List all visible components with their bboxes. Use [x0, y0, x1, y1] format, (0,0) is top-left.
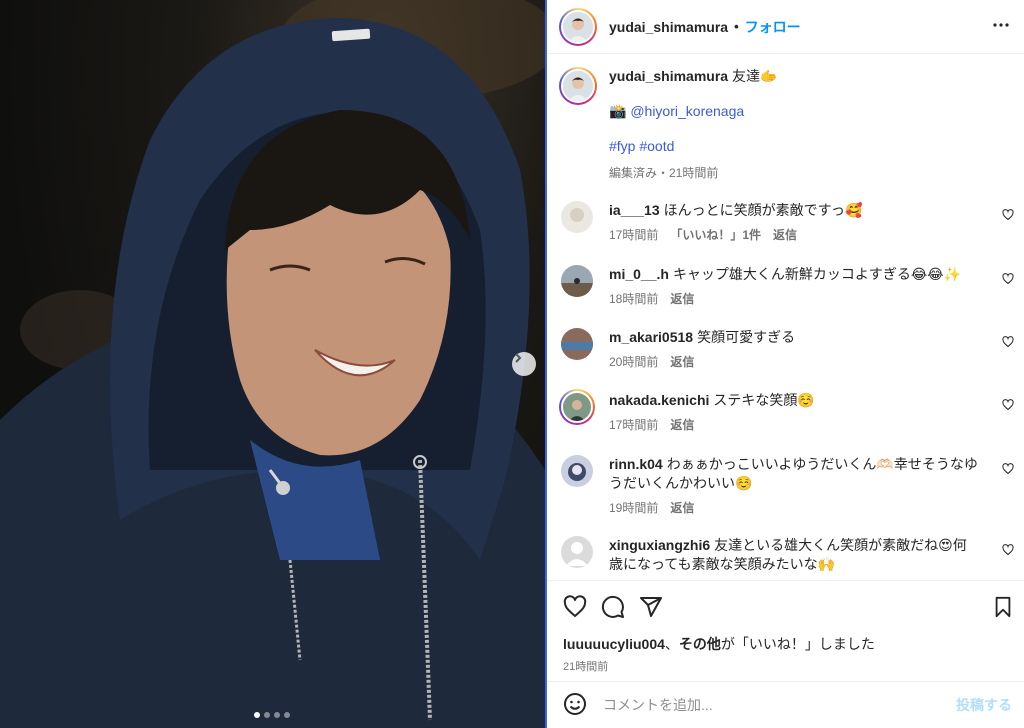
comment-item: mi_0__.h キャップ雄大くん新鮮カッコよすぎる😂😂✨ 18時間前 返信	[547, 265, 1024, 309]
reply-button[interactable]: 返信	[670, 353, 694, 372]
comment-username[interactable]: nakada.kenichi	[609, 392, 709, 408]
caption-username[interactable]: yudai_shimamura	[609, 68, 728, 84]
liked-by-text: luuuuucyliu004、その他が「いいね！」しました	[547, 622, 1024, 654]
comment-username[interactable]: m_akari0518	[609, 329, 693, 345]
avatar-image	[563, 71, 593, 101]
default-avatar-icon	[561, 536, 593, 568]
commenter-avatar[interactable]	[561, 536, 593, 568]
author-username[interactable]: yudai_shimamura	[609, 19, 728, 35]
instagram-post-modal: yudai_shimamura • フォロー yudai_shimamura 友…	[0, 0, 1024, 728]
hashtag-links[interactable]: #fyp #ootd	[609, 138, 674, 154]
comment-item: nakada.kenichi ステキな笑顔☺️ 17時間前 返信	[547, 389, 1024, 435]
liked-by-separator: 、	[664, 636, 679, 652]
comment-text: 笑顔可愛すぎる	[697, 329, 796, 345]
follow-button[interactable]: フォロー	[745, 17, 801, 37]
comment-username[interactable]: rinn.k04	[609, 456, 663, 472]
heart-icon	[1002, 544, 1014, 556]
chevron-right-icon	[515, 353, 522, 363]
comment-time: 17時間前	[609, 418, 659, 432]
liked-by-user[interactable]: luuuuucyliu004	[563, 636, 665, 652]
caption-text: 友達🫱	[731, 68, 778, 84]
camera-emoji: 📸	[609, 103, 627, 119]
comment-time: 20時間前	[609, 355, 659, 369]
reply-button[interactable]: 返信	[773, 226, 797, 245]
caption-meta: 編集済み・21時間前	[609, 166, 719, 180]
comment-text: ステキな笑顔☺️	[713, 392, 815, 408]
next-slide-button[interactable]	[512, 352, 536, 376]
heart-icon	[1002, 336, 1014, 348]
more-options-button[interactable]	[992, 16, 1010, 37]
comment-like-button[interactable]	[1002, 463, 1014, 478]
slide-dot	[264, 712, 270, 718]
commenter-avatar[interactable]	[561, 455, 593, 487]
comments-list[interactable]: yudai_shimamura 友達🫱 📸 @hiyori_korenaga #…	[547, 55, 1024, 580]
slide-indicator	[254, 712, 290, 718]
comment-input[interactable]	[603, 697, 956, 713]
reply-button[interactable]: 返信	[670, 499, 694, 518]
comment-item: xinguxiangzhi6 友達といる雄大くん笑顔が素敵だね😍何歳になっても素敵…	[547, 536, 1024, 574]
post-header: yudai_shimamura • フォロー	[547, 0, 1024, 54]
heart-icon	[1002, 463, 1014, 475]
heart-icon	[1002, 209, 1014, 221]
commenter-avatar[interactable]	[561, 265, 593, 297]
mention-link[interactable]: @hiyori_korenaga	[630, 103, 744, 119]
comment-like-button[interactable]	[1002, 273, 1014, 288]
reply-button[interactable]: 返信	[670, 290, 694, 309]
comment-item: rinn.k04 わぁぁかっこいいよゆうだいくん🫶🏻幸せそうなゆうだいくんかわいい…	[547, 455, 1024, 518]
comment-icon	[601, 595, 624, 618]
author-avatar[interactable]	[559, 7, 597, 46]
comment-username[interactable]: ia___13	[609, 202, 660, 218]
slide-dot	[254, 712, 260, 718]
share-button[interactable]	[639, 595, 663, 622]
emoji-button[interactable]	[563, 692, 587, 719]
comment-time: 17時間前	[609, 228, 659, 242]
add-comment-bar: 投稿する	[547, 681, 1024, 728]
comment-text: ほんっとに笑顔が素敵ですっ🥰	[663, 202, 863, 218]
slide-dot	[284, 712, 290, 718]
comment-like-button[interactable]	[1002, 209, 1014, 224]
photo-illustration	[0, 0, 545, 728]
header-separator: •	[734, 19, 739, 34]
comment-likes[interactable]: 「いいね！」1件	[670, 226, 761, 245]
heart-icon	[563, 595, 587, 617]
comment-username[interactable]: mi_0__.h	[609, 266, 669, 282]
comment-like-button[interactable]	[1002, 544, 1014, 559]
comment-button[interactable]	[601, 595, 625, 622]
comment-time: 18時間前	[609, 292, 659, 306]
heart-icon	[1002, 399, 1014, 411]
bookmark-icon	[995, 596, 1011, 618]
reply-button[interactable]: 返信	[670, 416, 694, 435]
commenter-avatar[interactable]	[561, 328, 593, 360]
comment-text: わぁぁかっこいいよゆうだいくん🫶🏻幸せそうなゆうだいくんかわいい☺️	[609, 456, 978, 491]
post-comment-button[interactable]: 投稿する	[956, 695, 1012, 715]
comment-like-button[interactable]	[1002, 399, 1014, 414]
post-time: 21時間前	[563, 661, 609, 673]
comment-username[interactable]: xinguxiangzhi6	[609, 537, 710, 553]
commenter-avatar[interactable]	[559, 389, 595, 425]
commenter-avatar[interactable]	[561, 201, 593, 233]
caption-avatar[interactable]	[559, 67, 597, 105]
post-details-panel: yudai_shimamura • フォロー yudai_shimamura 友…	[547, 0, 1024, 728]
comment-item: ia___13 ほんっとに笑顔が素敵ですっ🥰 17時間前 「いいね！」1件 返信	[547, 201, 1024, 245]
like-button[interactable]	[563, 595, 587, 622]
comment-time: 19時間前	[609, 501, 659, 515]
save-button[interactable]	[992, 596, 1014, 621]
liked-by-suffix: が「いいね！」しました	[720, 636, 875, 652]
more-icon	[993, 23, 1009, 27]
share-icon	[640, 597, 662, 617]
post-photo[interactable]	[0, 0, 545, 728]
post-actions: luuuuucyliu004、その他が「いいね！」しました 21時間前	[547, 580, 1024, 680]
slide-dot	[274, 712, 280, 718]
heart-icon	[1002, 273, 1014, 285]
emoji-icon	[564, 692, 586, 715]
comment-text: キャップ雄大くん新鮮カッコよすぎる😂😂✨	[672, 266, 962, 282]
comment-like-button[interactable]	[1002, 336, 1014, 351]
avatar-image	[563, 11, 593, 42]
liked-by-others[interactable]: その他	[679, 636, 721, 652]
post-caption: yudai_shimamura 友達🫱 📸 @hiyori_korenaga #…	[547, 55, 1024, 191]
comment-item: m_akari0518 笑顔可愛すぎる 20時間前 返信	[547, 328, 1024, 372]
